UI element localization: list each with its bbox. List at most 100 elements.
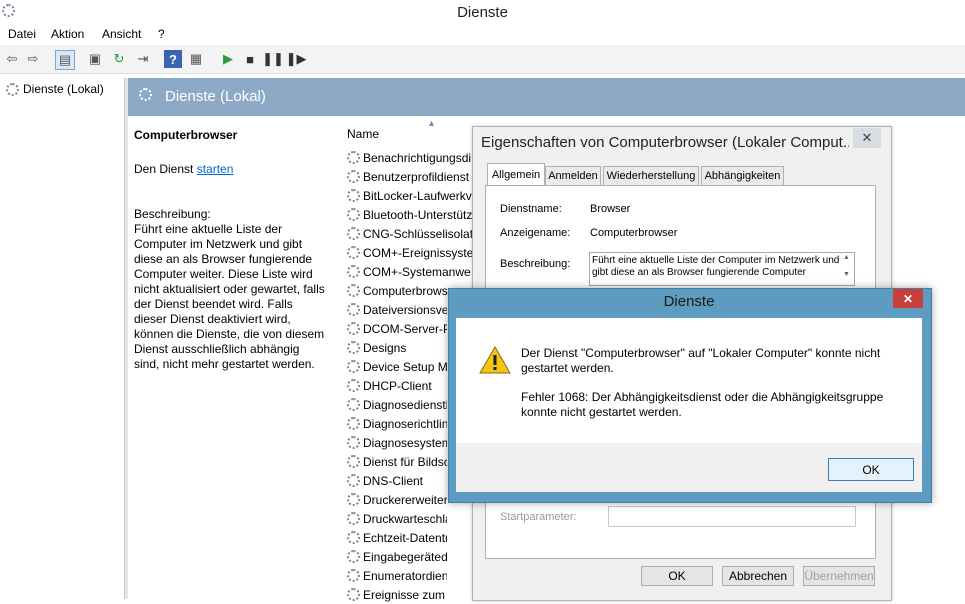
warning-icon — [479, 345, 511, 378]
stop-icon[interactable]: ■ — [241, 50, 259, 68]
back-arrow-icon[interactable]: ⇦ — [3, 50, 21, 68]
service-row-label: CNG-Schlüsselisolati — [363, 226, 472, 241]
service-row[interactable]: Enumeratordienst fü — [347, 566, 447, 585]
play-icon[interactable]: ▶ — [219, 50, 237, 68]
service-row-label: Designs — [363, 340, 407, 355]
properties-ok-button[interactable]: OK — [641, 566, 713, 586]
scroll-down-icon[interactable]: ▼ — [843, 271, 854, 278]
service-row[interactable]: Benutzerprofildienst — [347, 167, 472, 186]
gear-icon — [347, 455, 360, 468]
service-row[interactable]: Designs — [347, 338, 447, 357]
console-tree-icon[interactable]: ▤ — [55, 50, 75, 70]
service-row-label: DCOM-Server-P — [363, 321, 447, 336]
show-hide-pane-icon[interactable]: ▦ — [187, 50, 205, 68]
service-row[interactable]: COM+-Systemanwe — [347, 262, 472, 281]
service-row-label: Enumeratordienst fü — [363, 568, 447, 583]
service-row-label: Ereignisse zum Abruf — [363, 587, 447, 602]
scroll-up-icon[interactable]: ▲ — [843, 254, 854, 261]
service-row[interactable]: Benachrichtigungsdi — [347, 148, 472, 167]
description-field[interactable]: Führt eine aktuelle Liste der Computer i… — [589, 252, 855, 286]
service-row[interactable]: Druckwarteschlange — [347, 509, 447, 528]
pane-title: Dienste (Lokal) — [165, 88, 266, 105]
start-parameter-input[interactable] — [608, 506, 856, 527]
service-row[interactable]: Dienst für Bildsc — [347, 452, 447, 471]
tab-anmelden[interactable]: Anmelden — [545, 166, 601, 185]
window-title: Dienste — [457, 4, 508, 21]
gear-icon — [347, 550, 360, 563]
gear-icon — [347, 265, 360, 278]
tree-item-label: Dienste (Lokal) — [23, 82, 104, 96]
properties-sheet-icon[interactable]: ▣ — [86, 50, 104, 68]
forward-arrow-icon[interactable]: ⇨ — [24, 50, 42, 68]
gear-icon — [347, 322, 360, 335]
gear-icon — [347, 227, 360, 240]
gear-icon — [6, 82, 19, 96]
properties-apply-button[interactable]: Übernehmen — [803, 566, 875, 586]
pause-icon[interactable]: ❚❚ — [262, 50, 284, 68]
gear-icon — [347, 151, 360, 164]
service-row[interactable]: Echtzeit-Datenträger — [347, 528, 447, 547]
service-row-label: Diagnoserichtlin — [363, 416, 447, 431]
service-row[interactable]: DCOM-Server-P — [347, 319, 447, 338]
error-message-line1: Der Dienst "Computerbrowser" auf "Lokale… — [521, 346, 881, 375]
gear-icon — [347, 493, 360, 506]
error-ok-button[interactable]: OK — [828, 458, 914, 481]
service-title: Computerbrowser — [134, 128, 238, 142]
help-icon[interactable]: ? — [164, 50, 182, 68]
export-list-icon[interactable]: ⇥ — [134, 50, 152, 68]
description-field-text: Führt eine aktuelle Liste der Computer i… — [592, 255, 840, 278]
gear-icon — [347, 379, 360, 392]
service-row[interactable]: Ereignisse zum Abruf — [347, 585, 447, 604]
description-scrollbar[interactable]: ▲ ▼ — [843, 254, 854, 284]
tab-wiederherstellung[interactable]: Wiederherstellung — [603, 166, 699, 185]
service-row[interactable]: Dateiversionsver — [347, 300, 447, 319]
service-row[interactable]: Druckererweiterungen — [347, 490, 447, 509]
service-row[interactable]: Diagnosesystem — [347, 433, 447, 452]
tab-allgemein[interactable]: Allgemein — [487, 163, 545, 186]
service-row[interactable]: Eingabegerätedienst — [347, 547, 447, 566]
properties-cancel-button[interactable]: Abbrechen — [722, 566, 794, 586]
display-name-value: Computerbrowser — [590, 227, 678, 239]
gear-icon — [347, 512, 360, 525]
properties-close-button[interactable]: ✕ — [853, 128, 881, 148]
service-row-label: Dienst für Bildsc — [363, 454, 447, 469]
service-row-label: COM+-Systemanwe — [363, 264, 471, 279]
gear-icon — [347, 417, 360, 430]
gear-icon — [347, 284, 360, 297]
start-service-link[interactable]: starten — [197, 162, 234, 176]
service-row-label: Device Setup Ma — [363, 359, 447, 374]
menu-help[interactable]: ? — [158, 27, 165, 41]
error-message-line2: Fehler 1068: Der Abhängigkeitsdienst ode… — [521, 390, 884, 419]
service-row[interactable]: DHCP-Client — [347, 376, 447, 395]
description-label: Beschreibung: — [134, 207, 211, 221]
error-dialog-close-button[interactable]: ✕ — [893, 289, 923, 308]
restart-icon[interactable]: ❚▶ — [286, 50, 307, 68]
gear-icon — [139, 88, 152, 105]
service-row[interactable]: Device Setup Ma — [347, 357, 447, 376]
menu-datei[interactable]: Datei — [8, 27, 36, 41]
service-row[interactable]: CNG-Schlüsselisolati — [347, 224, 472, 243]
service-row-label: COM+-Ereignissyste — [363, 245, 472, 260]
service-row[interactable]: BitLocker-Laufwerkv — [347, 186, 472, 205]
service-row[interactable]: COM+-Ereignissyste — [347, 243, 472, 262]
gear-icon — [347, 569, 360, 582]
tree-item-dienste-lokal[interactable]: Dienste (Lokal) — [6, 82, 104, 96]
service-row-label: Eingabegerätedienst — [363, 549, 447, 564]
service-row-label: Druckwarteschlange — [363, 511, 447, 526]
service-row[interactable]: DNS-Client — [347, 471, 447, 490]
description-field-label: Beschreibung: — [500, 258, 571, 270]
tab-abhaengigkeiten[interactable]: Abhängigkeiten — [701, 166, 784, 185]
service-row[interactable]: Bluetooth-Unterstütz — [347, 205, 472, 224]
column-header-name[interactable]: Name — [347, 127, 379, 141]
refresh-icon[interactable]: ↻ — [110, 50, 128, 68]
service-row-label: Echtzeit-Datenträger — [363, 530, 447, 545]
service-row-label: Diagnosesystem — [363, 435, 447, 450]
gear-icon — [347, 170, 360, 183]
gear-icon — [347, 588, 360, 601]
menu-ansicht[interactable]: Ansicht — [102, 27, 141, 41]
service-row[interactable]: Diagnoserichtlin — [347, 414, 447, 433]
menu-aktion[interactable]: Aktion — [51, 27, 84, 41]
service-row-label: Diagnosediensth — [363, 397, 447, 412]
service-row[interactable]: Diagnosediensth — [347, 395, 447, 414]
start-prefix: Den Dienst — [134, 162, 197, 176]
